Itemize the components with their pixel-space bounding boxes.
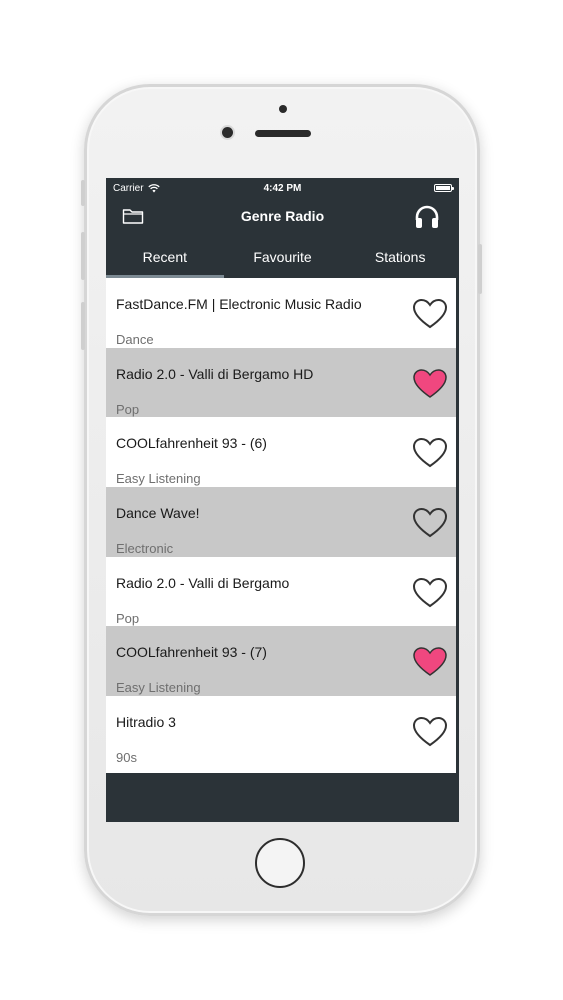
battery-icon (434, 184, 454, 192)
station-genre: Dance (116, 332, 154, 347)
station-row[interactable]: FastDance.FM | Electronic Music Radio Da… (106, 278, 456, 348)
app-screen: Carrier 4:42 PM Genre Radio Recent Favou… (106, 178, 459, 822)
station-list: FastDance.FM | Electronic Music Radio Da… (106, 278, 456, 773)
station-title: Hitradio 3 (116, 714, 176, 731)
heart-outline-icon[interactable] (412, 298, 448, 330)
station-row[interactable]: COOLfahrenheit 93 - (6) Easy Listening (106, 417, 456, 487)
station-title: Radio 2.0 - Valli di Bergamo (116, 574, 290, 591)
navigation-bar: Genre Radio (106, 198, 459, 234)
mute-switch (81, 180, 85, 206)
station-row[interactable]: Dance Wave! Electronic (106, 487, 456, 557)
station-title: COOLfahrenheit 93 - (6) (116, 435, 267, 452)
heart-outline-icon[interactable] (412, 437, 448, 469)
station-title: FastDance.FM | Electronic Music Radio (116, 296, 362, 312)
headphones-icon[interactable] (413, 203, 441, 231)
station-title: COOLfahrenheit 93 - (7) (116, 644, 267, 661)
home-button[interactable] (255, 838, 305, 888)
status-bar: Carrier 4:42 PM (106, 178, 459, 198)
tab-bar: Recent Favourite Stations (106, 240, 459, 278)
heart-filled-icon[interactable] (412, 646, 448, 678)
status-time: 4:42 PM (263, 183, 302, 194)
station-genre: 90s (116, 750, 137, 766)
tab-favourite[interactable]: Favourite (224, 240, 342, 278)
station-title: Radio 2.0 - Valli di Bergamo HD (116, 365, 314, 382)
volume-up-button (81, 232, 85, 280)
station-row[interactable]: COOLfahrenheit 93 - (7) Easy Listening (106, 626, 456, 697)
page-title: Genre Radio (240, 208, 325, 224)
station-row[interactable]: Radio 2.0 - Valli di Bergamo HD Pop (106, 347, 456, 418)
earpiece-speaker (255, 130, 311, 137)
station-genre: Pop (116, 610, 140, 626)
station-title: Dance Wave! (116, 505, 200, 522)
station-row[interactable]: Radio 2.0 - Valli di Bergamo Pop (106, 557, 456, 627)
station-genre: Easy Listening (116, 680, 201, 696)
tab-recent[interactable]: Recent (106, 240, 224, 278)
station-genre: Easy Listening (116, 471, 201, 487)
front-camera (222, 127, 233, 138)
battery-level (436, 186, 450, 190)
station-genre: Electronic (116, 541, 174, 557)
heart-outline-icon[interactable] (412, 716, 448, 748)
power-button (478, 244, 482, 294)
heart-outline-icon[interactable] (412, 577, 448, 609)
proximity-sensor (279, 105, 287, 113)
tab-stations[interactable]: Stations (341, 240, 459, 278)
station-genre: Pop (116, 401, 140, 417)
heart-filled-icon[interactable] (412, 368, 448, 400)
bottom-bar (106, 777, 459, 822)
station-row[interactable]: Hitradio 3 90s (106, 696, 456, 766)
heart-outline-icon[interactable] (412, 507, 448, 539)
volume-down-button (81, 302, 85, 350)
